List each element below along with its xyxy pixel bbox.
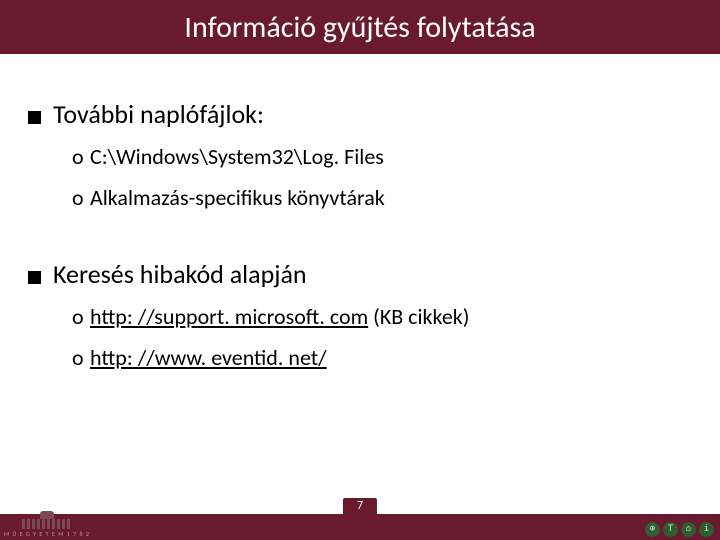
circle-bullet-icon: o bbox=[72, 140, 90, 173]
badge-icon: ⌂ bbox=[681, 522, 696, 537]
bullet-level1: További naplófájlok: bbox=[28, 98, 692, 130]
bullet-level1: Keresés hibakód alapján bbox=[28, 258, 692, 290]
org-caption: M Ű E G Y E T E M 1 7 8 2 bbox=[4, 530, 90, 538]
title-bar: Információ gyűjtés folytatása bbox=[0, 0, 720, 54]
slide-number: 7 bbox=[343, 498, 377, 516]
bullet-level2: oC:\Windows\System32\Log. Files bbox=[72, 140, 692, 173]
sub-item-text: C:\Windows\System32\Log. Files bbox=[90, 143, 384, 170]
badge-icon: ⊕ bbox=[645, 522, 660, 537]
bullet-text: További naplófájlok: bbox=[53, 98, 264, 130]
circle-bullet-icon: o bbox=[72, 181, 90, 214]
bullet-level2: oAlkalmazás-specifikus könyvtárak bbox=[72, 181, 692, 214]
bullet-level2: ohttp: //www. eventid. net/ bbox=[72, 341, 692, 374]
sub-item-text: Alkalmazás-specifikus könyvtárak bbox=[90, 184, 385, 211]
building-icon bbox=[22, 511, 72, 529]
link-support-microsoft[interactable]: http: //support. microsoft. com bbox=[90, 303, 368, 330]
sub-item-suffix: (KB cikkek) bbox=[368, 303, 469, 330]
square-bullet-icon bbox=[28, 111, 41, 124]
circle-bullet-icon: o bbox=[72, 300, 90, 333]
bullet-text: Keresés hibakód alapján bbox=[53, 258, 307, 290]
slide-title: Információ gyűjtés folytatása bbox=[184, 9, 535, 46]
footer-badges: ⊕ T ⌂ i bbox=[645, 522, 714, 537]
bullet-level2: ohttp: //support. microsoft. com (KB cik… bbox=[72, 300, 692, 333]
badge-icon: T bbox=[663, 522, 678, 537]
badge-icon: i bbox=[699, 522, 714, 537]
footer-bar bbox=[0, 516, 720, 540]
university-logo: M Ű E G Y E T E M 1 7 8 2 bbox=[4, 511, 90, 538]
square-bullet-icon bbox=[28, 271, 41, 284]
circle-bullet-icon: o bbox=[72, 341, 90, 374]
slide-content: További naplófájlok: oC:\Windows\System3… bbox=[0, 54, 720, 374]
link-eventid-net[interactable]: http: //www. eventid. net/ bbox=[90, 344, 327, 371]
